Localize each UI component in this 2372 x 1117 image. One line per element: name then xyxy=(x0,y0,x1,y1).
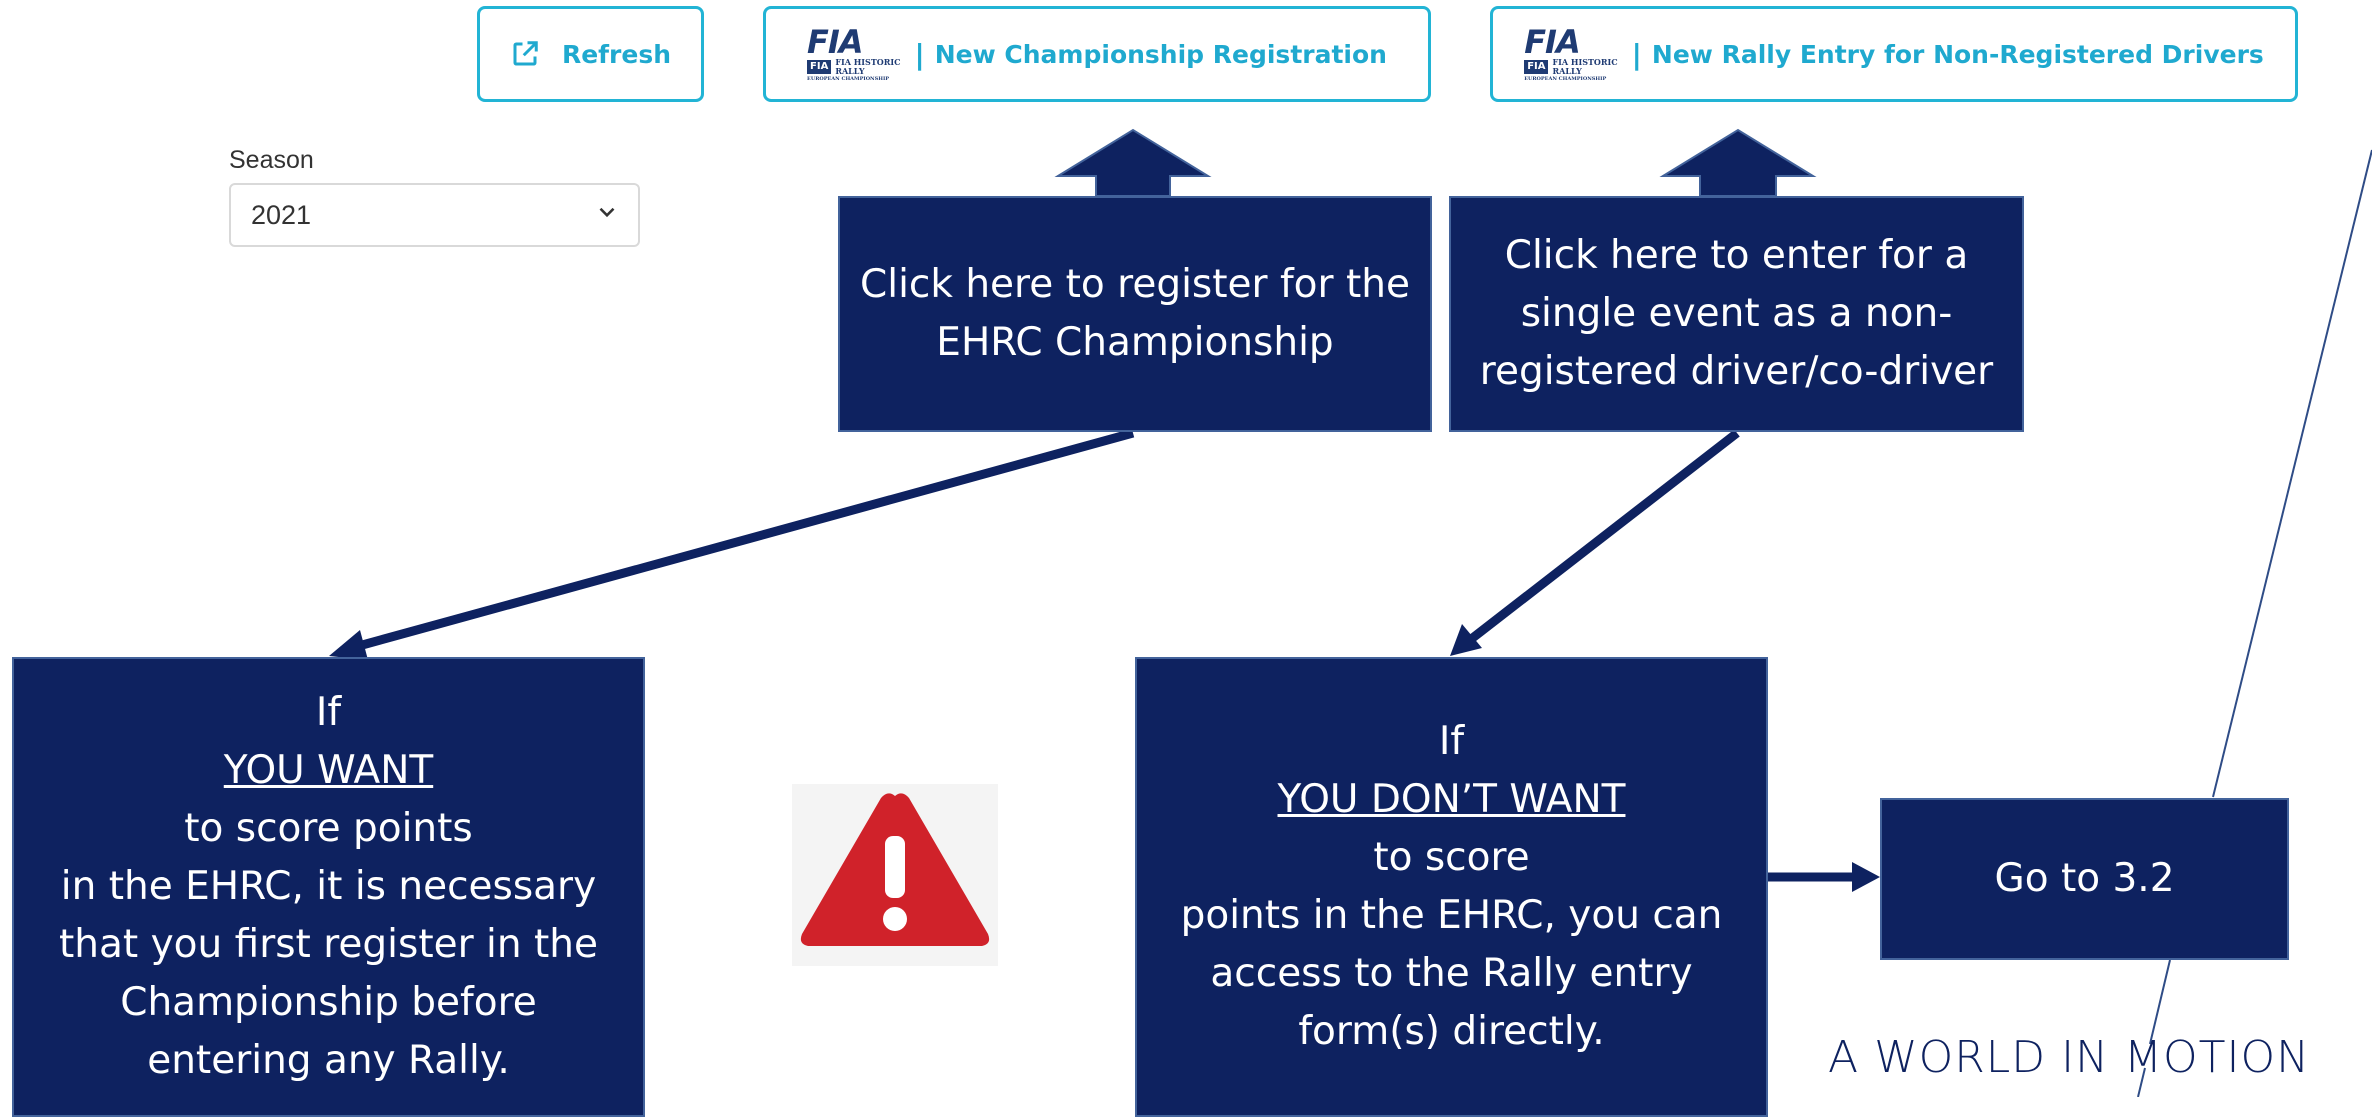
rally-entry-label: New Rally Entry for Non-Registered Drive… xyxy=(1651,39,2264,69)
fia-historic-rally-logo: FIA FIA FIA HISTORIC RALLY EUROPEAN CHAM… xyxy=(1524,23,1618,82)
footer-tagline: A WORLD IN MOTION xyxy=(1828,1032,2311,1083)
want-points-callout: If YOU WANT to score points in the EHRC,… xyxy=(12,657,645,1117)
decorative-line xyxy=(2212,149,2372,798)
refresh-label: Refresh xyxy=(561,39,672,69)
goto-section-callout: Go to 3.2 xyxy=(1880,798,2289,960)
championship-label: New Championship Registration xyxy=(934,39,1387,69)
external-link-icon xyxy=(513,41,538,66)
new-rally-entry-button[interactable]: FIA FIA FIA HISTORIC RALLY EUROPEAN CHAM… xyxy=(1490,6,2298,102)
up-arrow-register xyxy=(1054,128,1212,197)
fia-historic-rally-logo: FIA FIA FIA HISTORIC RALLY EUROPEAN CHAM… xyxy=(807,23,901,82)
chevron-down-icon xyxy=(599,207,615,218)
up-arrow-single-event xyxy=(1659,128,1817,197)
single-event-callout: Click here to enter for a single event a… xyxy=(1449,196,2024,432)
arrow-register-to-want xyxy=(353,428,1135,652)
new-championship-registration-button[interactable]: FIA FIA FIA HISTORIC RALLY EUROPEAN CHAM… xyxy=(763,6,1431,102)
refresh-button[interactable]: Refresh xyxy=(477,6,704,102)
arrow-single-to-dontwant xyxy=(1467,429,1740,644)
warning-icon xyxy=(792,784,998,966)
season-select[interactable]: 2021 xyxy=(229,183,640,247)
separator: | xyxy=(914,37,925,71)
separator: | xyxy=(1631,37,1642,71)
register-callout: Click here to register for the EHRC Cham… xyxy=(838,196,1432,432)
season-label: Season xyxy=(229,146,314,174)
season-value: 2021 xyxy=(251,199,312,230)
dont-want-points-callout: If YOU DON’T WANT to score points in the… xyxy=(1135,657,1768,1117)
